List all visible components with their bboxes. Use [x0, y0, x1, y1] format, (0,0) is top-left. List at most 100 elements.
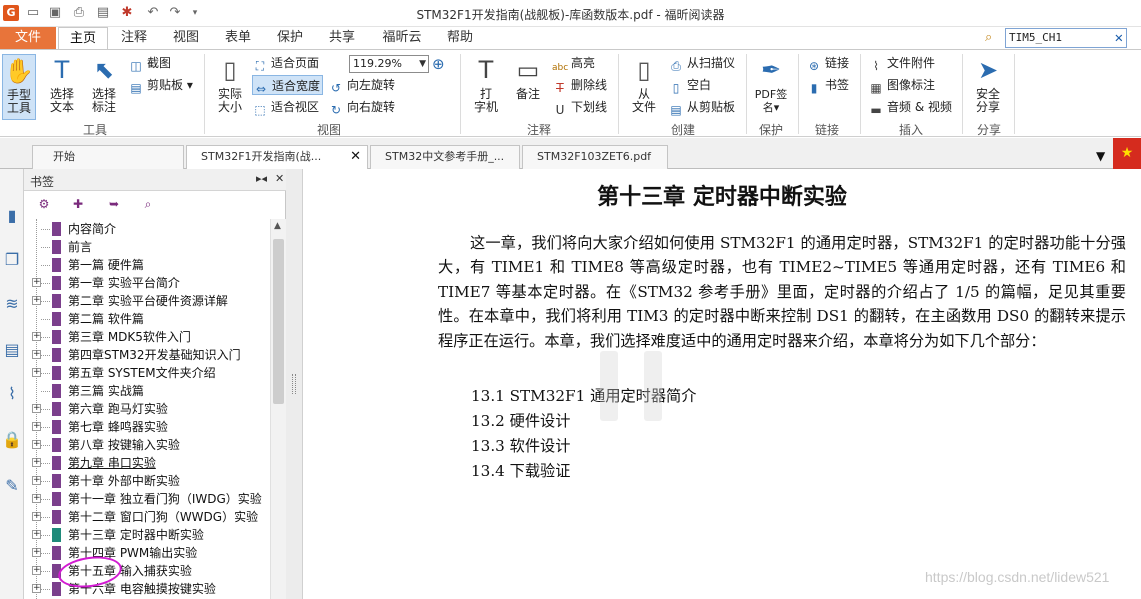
close-tab-icon[interactable]: ✕ — [350, 146, 361, 168]
select-annotation-button[interactable]: ⬉ 选择 标注 — [84, 54, 124, 120]
security-panel-icon[interactable]: 🔒 — [2, 429, 22, 451]
from-file-button[interactable]: ▯ 从文件 — [624, 54, 664, 120]
bookmark-item[interactable]: + 第九章 串口实验 — [24, 454, 270, 472]
snapshot-button[interactable]: ◫ 截图 — [128, 53, 171, 73]
clear-search-icon[interactable]: ✕ — [1115, 29, 1123, 47]
bookmark-item[interactable]: 内容简介 — [24, 220, 270, 238]
select-text-button[interactable]: T 选择 文本 — [42, 54, 82, 120]
actual-size-button[interactable]: ▯ 实际 大小 — [210, 54, 250, 120]
splitter-grip[interactable] — [292, 374, 296, 394]
fit-page-button[interactable]: ⛶ 适合页面 — [252, 53, 319, 73]
file-attachment-button[interactable]: ⌇ 文件附件 — [868, 53, 935, 73]
tab-home[interactable]: 主页 — [58, 27, 108, 49]
bookmark-item[interactable]: + 第三章 MDK5软件入门 — [24, 328, 270, 346]
scroll-thumb[interactable] — [273, 239, 284, 404]
expand-icon[interactable]: + — [32, 548, 41, 557]
bookmark-item[interactable]: + 第六章 跑马灯实验 — [24, 400, 270, 418]
bookmark-item[interactable]: + 第十二章 窗口门狗（WWDG）实验 — [24, 508, 270, 526]
hand-tool-button[interactable]: ✋ 手型 工具 — [2, 54, 36, 120]
attachments-panel-icon[interactable]: ⌇ — [2, 383, 22, 405]
expand-icon[interactable]: + — [32, 512, 41, 521]
expand-icon[interactable]: + — [32, 440, 41, 449]
signature-panel-icon[interactable]: ✎ — [2, 475, 22, 497]
tab-stm32f1-guide[interactable]: STM32F1开发指南(战... ✕ — [186, 145, 368, 170]
chevron-down-icon[interactable]: ▼ — [419, 56, 426, 72]
fit-visible-button[interactable]: ⬚ 适合视区 — [252, 97, 319, 117]
bookmark-item[interactable]: 第二篇 软件篇 — [24, 310, 270, 328]
bookmark-item[interactable]: 第三篇 实战篇 — [24, 382, 270, 400]
search-input[interactable]: TIM5_CH1 ✕ — [1005, 28, 1127, 48]
close-panel-icon[interactable]: ✕ — [275, 172, 284, 185]
tab-protect[interactable]: 保护 — [268, 27, 312, 49]
menu-file[interactable]: 文件 — [0, 27, 56, 49]
bookmark-panel-icon[interactable]: ▮ — [2, 205, 22, 227]
tab-comment[interactable]: 注释 — [112, 27, 156, 49]
collapse-panel-icon[interactable]: ▸◂ — [256, 172, 267, 185]
bookmark-item[interactable]: + 第八章 按键输入实验 — [24, 436, 270, 454]
comments-panel-icon[interactable]: ▤ — [2, 339, 22, 361]
expand-icon[interactable]: + — [32, 422, 41, 431]
scroll-up-icon[interactable]: ▲ — [274, 221, 281, 231]
safe-share-button[interactable]: ➤ 安全 分享 — [968, 54, 1008, 120]
tab-stm32-reference[interactable]: STM32中文参考手册_... — [370, 145, 520, 169]
layers-panel-icon[interactable]: ≋ — [2, 293, 22, 315]
search-icon[interactable]: ⌕ — [985, 30, 1001, 46]
expand-icon[interactable]: + — [32, 530, 41, 539]
fit-width-button[interactable]: ⇔ 适合宽度 — [252, 75, 324, 96]
blank-button[interactable]: ▯ 空白 — [668, 75, 711, 95]
tab-stm32f103zet6[interactable]: STM32F103ZET6.pdf — [522, 145, 668, 169]
expand-icon[interactable]: + — [32, 458, 41, 467]
pages-panel-icon[interactable]: ❐ — [2, 249, 22, 271]
link-button[interactable]: ⊛ 链接 — [806, 53, 849, 73]
expand-icon[interactable]: + — [32, 332, 41, 341]
expand-icon[interactable]: + — [32, 566, 41, 575]
expand-icon[interactable]: + — [32, 476, 41, 485]
bookmark-item[interactable]: + 第十六章 电容触摸按键实验 — [24, 580, 270, 598]
bookmark-item[interactable]: + 第十四章 PWM输出实验 — [24, 544, 270, 562]
bookmark-item[interactable]: + 第四章STM32开发基础知识入门 — [24, 346, 270, 364]
bookmark-options-icon[interactable]: ⚙ — [36, 197, 52, 213]
bookmark-item[interactable]: + 第五章 SYSTEM文件夹介绍 — [24, 364, 270, 382]
highlight-button[interactable]: abc 高亮 — [552, 53, 595, 73]
strikeout-button[interactable]: T̶ 删除线 — [552, 75, 607, 95]
bookmark-item[interactable]: + 第十一章 独立看门狗（IWDG）实验 — [24, 490, 270, 508]
rotate-right-button[interactable]: ↻ 向右旋转 — [328, 97, 395, 117]
from-scanner-button[interactable]: ⎙ 从扫描仪 — [668, 53, 735, 73]
expand-icon[interactable]: + — [32, 278, 41, 287]
bookmark-item[interactable]: 前言 — [24, 238, 270, 256]
tab-view[interactable]: 视图 — [164, 27, 208, 49]
bookmark-item[interactable]: + 第十三章 定时器中断实验 — [24, 526, 270, 544]
zoom-in-icon[interactable]: ⊕ — [432, 54, 445, 74]
bookmark-item[interactable]: 第一篇 硬件篇 — [24, 256, 270, 274]
find-bookmark-icon[interactable]: ⌕ — [140, 197, 156, 213]
expand-icon[interactable]: + — [32, 404, 41, 413]
rotate-left-button[interactable]: ↺ 向左旋转 — [328, 75, 395, 95]
expand-icon[interactable]: + — [32, 296, 41, 305]
tab-foxit-cloud[interactable]: 福昕云 — [374, 27, 430, 49]
tab-help[interactable]: 帮助 — [438, 27, 482, 49]
audio-video-button[interactable]: ▬ 音频 & 视频 — [868, 97, 952, 117]
expand-icon[interactable]: + — [32, 494, 41, 503]
zoom-level-select[interactable]: 119.29% ▼ — [349, 55, 429, 73]
add-bookmark-icon[interactable]: ✚ — [70, 197, 86, 213]
bookmark-button[interactable]: ▮ 书签 — [806, 75, 849, 95]
tab-list-dropdown-icon[interactable]: ▼ — [1096, 149, 1105, 163]
typewriter-button[interactable]: T 打字机 — [466, 54, 506, 120]
clipboard-button[interactable]: ▤ 剪贴板 ▾ — [128, 75, 193, 95]
bookmark-item[interactable]: + 第一章 实验平台简介 — [24, 274, 270, 292]
expand-icon[interactable]: + — [32, 368, 41, 377]
bookmark-item[interactable]: + 第十章 外部中断实验 — [24, 472, 270, 490]
tab-share[interactable]: 共享 — [320, 27, 364, 49]
image-annotation-button[interactable]: ▦ 图像标注 — [868, 75, 935, 95]
from-clipboard-button[interactable]: ▤ 从剪贴板 — [668, 97, 735, 117]
bookmark-item[interactable]: + 第七章 蜂鸣器实验 — [24, 418, 270, 436]
expand-icon[interactable]: + — [32, 350, 41, 359]
expand-icon[interactable]: + — [32, 584, 41, 593]
expand-bookmark-icon[interactable]: ➥ — [106, 197, 122, 213]
note-button[interactable]: ▭ 备注 — [508, 54, 548, 120]
underline-button[interactable]: U 下划线 — [552, 97, 607, 117]
document-view[interactable]: 第十三章 定时器中断实验 这一章，我们将向大家介绍如何使用 STM32F1 的通… — [303, 169, 1141, 599]
pdf-sign-button[interactable]: ✒ PDF签 名▾ — [752, 54, 790, 120]
tab-start[interactable]: 开始 — [32, 145, 184, 169]
bookmark-item[interactable]: + 第二章 实验平台硬件资源详解 — [24, 292, 270, 310]
